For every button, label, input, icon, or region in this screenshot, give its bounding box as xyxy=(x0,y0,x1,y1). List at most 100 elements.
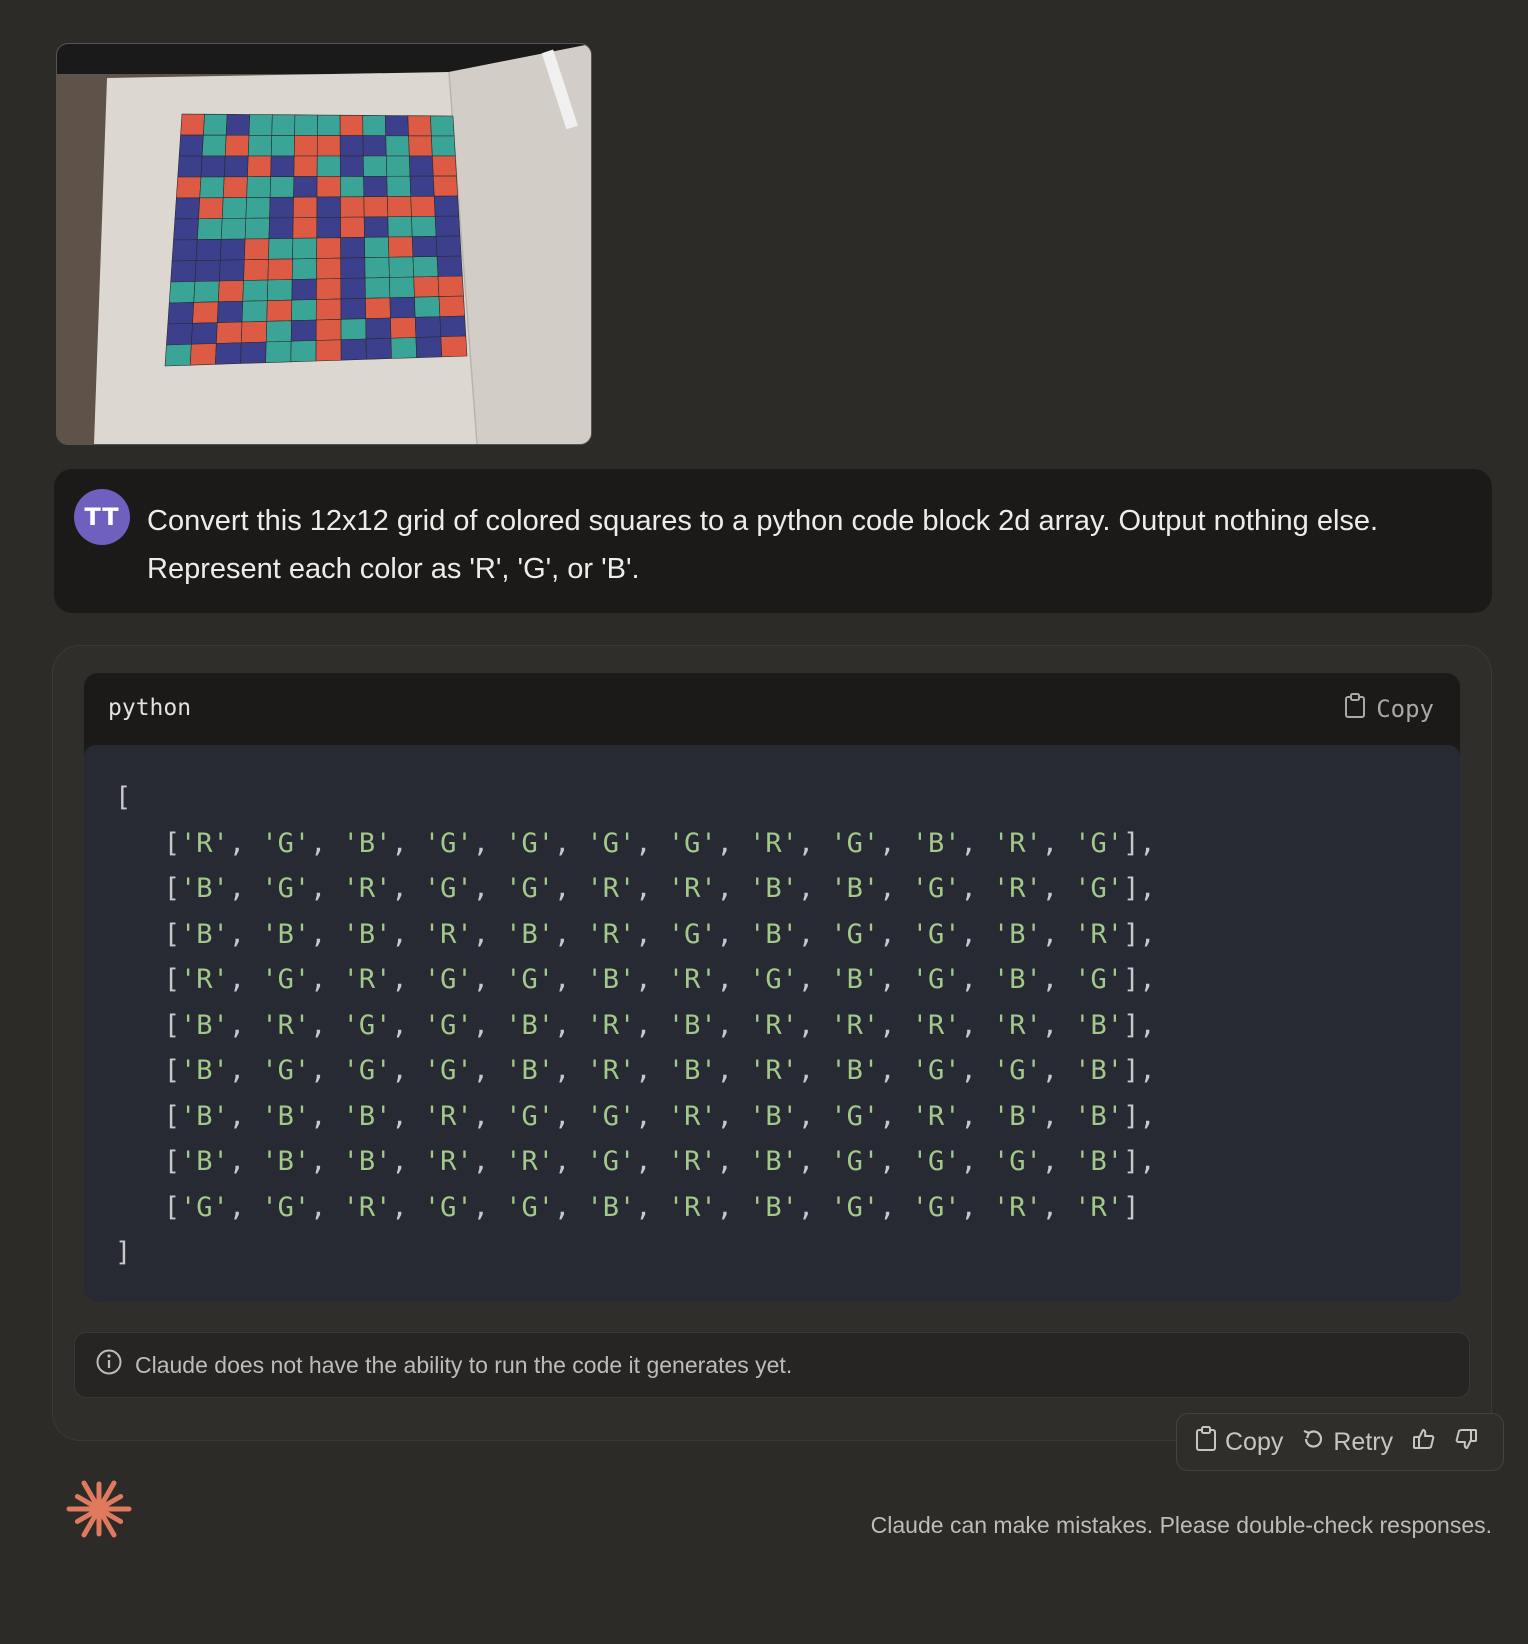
grid-square xyxy=(199,176,225,199)
grid-square xyxy=(170,260,197,283)
grid-square xyxy=(294,114,318,136)
grid-square xyxy=(339,135,364,157)
code-row: ['R', 'G', 'B', 'G', 'G', 'G', 'G', 'R',… xyxy=(115,827,1156,859)
code-string: 'R' xyxy=(667,1100,717,1132)
grid-square xyxy=(390,337,417,359)
grid-square xyxy=(340,298,367,320)
code-string: 'R' xyxy=(1074,1191,1124,1223)
code-string: 'G' xyxy=(911,873,961,904)
code-string: 'R' xyxy=(1074,918,1124,950)
code-string: 'G' xyxy=(911,1055,961,1086)
code-string: 'G' xyxy=(423,1191,473,1223)
grid-square xyxy=(316,257,342,280)
grid-square xyxy=(292,196,318,219)
code-string: 'R' xyxy=(993,1191,1042,1223)
code-string: 'R' xyxy=(749,1055,798,1086)
code-content: [ ['R', 'G', 'B', 'G', 'G', 'G', 'G', 'R… xyxy=(115,775,1156,1276)
photo-drawing xyxy=(57,44,591,444)
code-string: 'R' xyxy=(993,827,1042,859)
grid-square xyxy=(221,197,247,219)
code-string: 'G' xyxy=(586,1146,636,1177)
code-string: 'R' xyxy=(342,873,392,904)
code-string: 'R' xyxy=(180,964,229,995)
code-string: 'G' xyxy=(993,1055,1042,1086)
grid-square xyxy=(316,216,341,239)
grid-square xyxy=(195,239,222,261)
grid-square xyxy=(203,113,228,136)
copy-button[interactable]: Copy xyxy=(1195,1425,1283,1459)
code-string: 'B' xyxy=(180,1055,229,1086)
grid-square xyxy=(414,316,442,338)
code-string: 'B' xyxy=(667,1009,717,1041)
code-string: 'B' xyxy=(342,1146,392,1177)
code-string: 'R' xyxy=(749,827,798,859)
code-string: 'R' xyxy=(505,1146,554,1177)
code-string: 'B' xyxy=(180,873,229,904)
grid-square xyxy=(174,197,201,220)
grid-square xyxy=(176,176,202,199)
grid-square xyxy=(193,280,220,303)
code-string: 'R' xyxy=(911,1100,961,1132)
code-string: 'G' xyxy=(342,1055,392,1086)
code-string: 'B' xyxy=(586,964,636,995)
code-string: 'B' xyxy=(749,918,798,950)
code-string: 'B' xyxy=(830,964,880,995)
colored-grid xyxy=(164,113,468,367)
code-string: 'G' xyxy=(993,1146,1042,1177)
thumbs-down-button[interactable] xyxy=(1453,1426,1479,1459)
grid-square xyxy=(408,155,434,177)
code-string: 'R' xyxy=(423,1100,473,1132)
code-string: 'B' xyxy=(749,1146,798,1177)
grid-square xyxy=(164,343,192,367)
code-string: 'G' xyxy=(830,1146,880,1177)
grid-square xyxy=(200,155,226,178)
grid-square xyxy=(340,216,365,238)
code-string: 'B' xyxy=(505,1009,554,1041)
grid-square xyxy=(266,299,293,322)
grid-square xyxy=(219,238,246,261)
code-language-label: python xyxy=(108,695,192,721)
grid-square xyxy=(270,135,295,157)
code-string: 'B' xyxy=(261,918,311,950)
attached-photo[interactable] xyxy=(56,43,592,445)
retry-button[interactable]: Retry xyxy=(1301,1427,1393,1458)
retry-icon xyxy=(1301,1427,1325,1458)
grid-square xyxy=(364,277,391,299)
grid-square xyxy=(340,318,367,341)
code-string: 'B' xyxy=(261,1100,311,1132)
grid-square xyxy=(439,315,467,338)
code-body[interactable]: [ ['R', 'G', 'B', 'G', 'G', 'G', 'G', 'R… xyxy=(84,745,1460,1302)
user-avatar[interactable]: TT xyxy=(74,489,130,545)
grid-square xyxy=(364,236,390,258)
code-string: 'B' xyxy=(505,918,554,950)
code-string: 'R' xyxy=(261,1009,311,1041)
grid-square xyxy=(411,215,437,237)
grid-square xyxy=(363,196,389,218)
code-string: 'B' xyxy=(180,1146,229,1177)
thumbs-up-button[interactable] xyxy=(1411,1426,1437,1459)
code-string: 'R' xyxy=(423,1146,473,1177)
grid-square xyxy=(409,175,435,197)
grid-square xyxy=(248,114,273,136)
code-string: 'G' xyxy=(261,827,311,859)
grid-square xyxy=(265,320,292,343)
grid-square xyxy=(364,256,390,279)
grid-square xyxy=(177,155,203,178)
grid-square xyxy=(430,115,455,137)
code-string: 'G' xyxy=(505,1100,554,1132)
code-row: ['B', 'G', 'R', 'G', 'G', 'R', 'R', 'B',… xyxy=(115,873,1156,904)
grid-square xyxy=(218,259,245,282)
grid-square xyxy=(189,343,217,366)
grid-square xyxy=(363,216,389,238)
code-string: 'G' xyxy=(911,1191,961,1223)
code-string: 'G' xyxy=(423,1055,473,1086)
copy-code-button[interactable]: Copy xyxy=(1344,693,1434,725)
grid-square xyxy=(215,342,242,365)
thumbs-down-icon xyxy=(1453,1426,1479,1459)
code-string: 'G' xyxy=(1074,964,1124,995)
grid-square xyxy=(365,337,392,360)
grid-square xyxy=(433,195,460,217)
code-string: 'G' xyxy=(261,964,311,995)
grid-square xyxy=(201,134,227,157)
clipboard-icon xyxy=(1195,1425,1217,1459)
